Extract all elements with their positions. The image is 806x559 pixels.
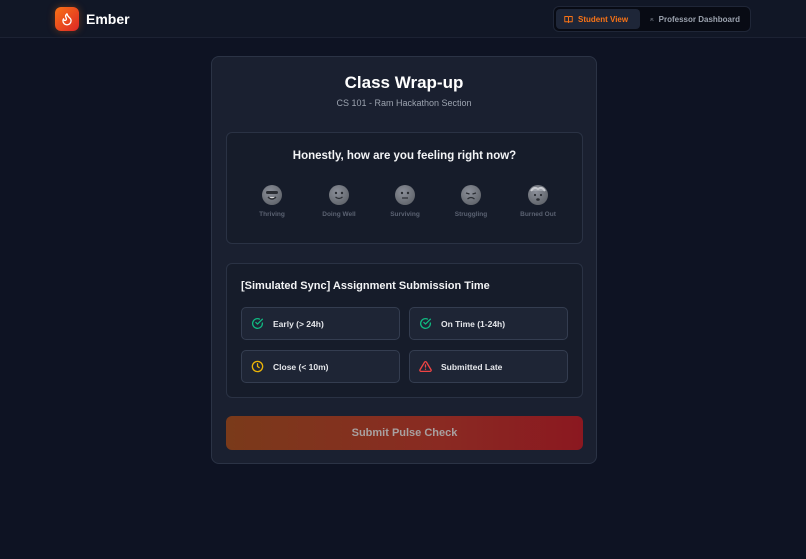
option-label: Submitted Late bbox=[441, 361, 503, 372]
tab-professor-dashboard[interactable]: Professor Dashboard bbox=[642, 9, 748, 29]
mood-label: Surviving bbox=[390, 211, 420, 218]
view-toggle: Student View Professor Dashboard bbox=[553, 6, 751, 32]
warning-triangle-icon bbox=[419, 360, 432, 373]
book-icon bbox=[564, 15, 573, 23]
mood-option-burned-out[interactable]: Burned Out bbox=[508, 185, 568, 218]
mood-option-doing-well[interactable]: Doing Well bbox=[309, 185, 369, 218]
check-circle-icon bbox=[252, 317, 264, 329]
mood-option-thriving[interactable]: Thriving bbox=[242, 185, 302, 218]
option-label: Close (< 10m) bbox=[273, 361, 329, 372]
mood-label: Burned Out bbox=[520, 211, 556, 218]
star-struck-face-icon bbox=[262, 185, 282, 205]
option-early[interactable]: Early (> 24h) bbox=[241, 307, 400, 340]
section-title: [Simulated Sync] Assignment Submission T… bbox=[241, 280, 490, 292]
top-navbar: Ember Student View Professor Dashboard bbox=[0, 0, 806, 38]
neutral-face-icon bbox=[395, 185, 415, 205]
mood-question: Honestly, how are you feeling right now? bbox=[292, 150, 517, 162]
option-label: Early (> 24h) bbox=[273, 318, 324, 329]
submit-pulse-check-button[interactable]: Submit Pulse Check bbox=[226, 416, 583, 450]
weary-face-icon bbox=[461, 185, 481, 205]
users-icon bbox=[650, 17, 654, 21]
check-circle-icon bbox=[420, 317, 432, 329]
smiling-face-icon bbox=[329, 185, 349, 205]
tab-label: Student View bbox=[578, 14, 629, 24]
page-title: Class Wrap-up bbox=[344, 73, 464, 92]
mood-panel: Honestly, how are you feeling right now?… bbox=[226, 132, 583, 244]
mood-label: Doing Well bbox=[322, 211, 356, 218]
tab-student-view[interactable]: Student View bbox=[556, 9, 640, 29]
option-submitted-late[interactable]: Submitted Late bbox=[409, 350, 568, 383]
option-on-time[interactable]: On Time (1-24h) bbox=[409, 307, 568, 340]
submission-time-panel: [Simulated Sync] Assignment Submission T… bbox=[226, 263, 583, 398]
mood-option-struggling[interactable]: Struggling bbox=[441, 185, 501, 218]
clock-icon bbox=[251, 360, 264, 373]
brand-name: Ember bbox=[86, 11, 130, 27]
page-subtitle: CS 101 - Ram Hackathon Section bbox=[336, 98, 472, 108]
option-close[interactable]: Close (< 10m) bbox=[241, 350, 400, 383]
tab-label: Professor Dashboard bbox=[658, 14, 740, 24]
mood-option-surviving[interactable]: Surviving bbox=[375, 185, 435, 218]
flame-icon bbox=[55, 7, 79, 31]
mood-label: Struggling bbox=[454, 211, 488, 218]
option-label: On Time (1-24h) bbox=[441, 318, 506, 329]
pulse-check-card: Class Wrap-up CS 101 - Ram Hackathon Sec… bbox=[211, 56, 597, 464]
mood-label: Thriving bbox=[259, 211, 285, 218]
exploding-head-icon bbox=[528, 185, 548, 205]
